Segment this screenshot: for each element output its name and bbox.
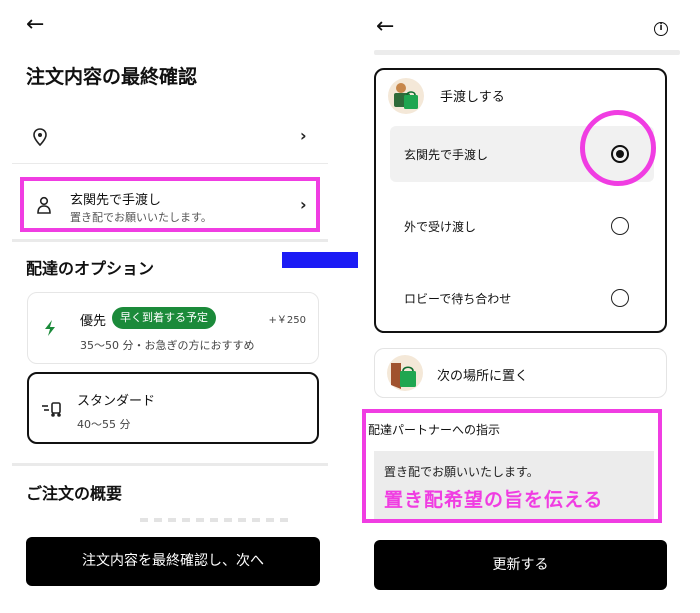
chevron-right-icon: › bbox=[300, 195, 307, 214]
handoff-option-lobby[interactable]: ロビーで待ち合わせ bbox=[390, 270, 654, 326]
radio-unselected[interactable] bbox=[611, 217, 629, 235]
order-summary-title: ご注文の概要 bbox=[26, 484, 123, 503]
handoff-heading: 手渡しする bbox=[440, 90, 505, 105]
page-title: 注文内容の最終確認 bbox=[26, 66, 198, 88]
handoff-option-label: ロビーで待ち合わせ bbox=[404, 292, 512, 306]
option-standard-card[interactable]: スタンダード 40〜55 分 bbox=[27, 372, 319, 444]
option-name: スタンダード bbox=[77, 394, 156, 409]
option-badge: 早く到着する予定 bbox=[112, 307, 216, 329]
instructions-annotation: 置き配希望の旨を伝える bbox=[384, 489, 604, 511]
option-price: +￥250 bbox=[268, 315, 306, 326]
handoff-option-label: 外で受け渡し bbox=[404, 220, 477, 234]
courier-instructions-box: 配達パートナーへの指示 置き配でお願いいたします。 置き配希望の旨を伝える bbox=[362, 409, 662, 523]
handoff-bag-icon bbox=[388, 78, 424, 114]
leave-bag-icon bbox=[387, 355, 423, 391]
location-pin-icon bbox=[33, 128, 47, 146]
update-button[interactable]: 更新する bbox=[374, 540, 667, 590]
option-name: 優先 bbox=[80, 314, 107, 329]
delivery-address-row[interactable]: › bbox=[20, 118, 320, 156]
info-icon[interactable]: i bbox=[654, 22, 668, 36]
instructions-title: 配達パートナーへの指示 bbox=[368, 423, 501, 437]
option-description: 40〜55 分 bbox=[77, 418, 131, 431]
instructions-value: 置き配でお願いいたします。 bbox=[384, 465, 539, 479]
left-screen: ← 注文内容の最終確認 › 玄関先で手渡し 置き配でお願いいたします。 › 配達… bbox=[0, 0, 340, 613]
right-screen: ← i 手渡しする 玄関先で手渡し 外で受け渡し ロビーで待ち合わせ 次の場所に… bbox=[358, 0, 688, 613]
faded-summary-line bbox=[140, 518, 290, 522]
handoff-method-row[interactable]: 玄関先で手渡し 置き配でお願いいたします。 › bbox=[20, 177, 320, 232]
handoff-note: 置き配でお願いいたします。 bbox=[70, 211, 212, 224]
handoff-title: 玄関先で手渡し bbox=[70, 193, 162, 208]
leave-at-place-option[interactable]: 次の場所に置く bbox=[374, 348, 667, 398]
divider bbox=[12, 163, 328, 164]
scooter-icon bbox=[42, 402, 61, 417]
header-divider bbox=[374, 50, 680, 55]
option-priority-card[interactable]: 優先 早く到着する予定 +￥250 35〜50 分・お急ぎの方におすすめ bbox=[27, 292, 319, 364]
handoff-choice-panel: 手渡しする 玄関先で手渡し 外で受け渡し ロビーで待ち合わせ bbox=[374, 68, 667, 333]
radio-unselected[interactable] bbox=[611, 289, 629, 307]
instructions-input[interactable]: 置き配でお願いいたします。 置き配希望の旨を伝える bbox=[374, 451, 654, 519]
selected-radio-highlight bbox=[580, 110, 656, 186]
back-arrow-icon[interactable]: ← bbox=[26, 14, 44, 36]
section-divider bbox=[12, 239, 328, 242]
chevron-right-icon: › bbox=[300, 126, 307, 145]
back-arrow-icon[interactable]: ← bbox=[376, 16, 394, 38]
person-icon bbox=[37, 196, 51, 214]
confirm-next-button[interactable]: 注文内容を最終確認し、次へ bbox=[26, 537, 320, 586]
handoff-option-label: 玄関先で手渡し bbox=[404, 148, 489, 162]
delivery-options-title: 配達のオプション bbox=[26, 259, 155, 278]
leave-at-place-label: 次の場所に置く bbox=[437, 369, 529, 384]
bolt-icon bbox=[45, 320, 55, 336]
section-divider bbox=[12, 463, 328, 466]
handoff-option-outside[interactable]: 外で受け渡し bbox=[390, 198, 654, 254]
option-description: 35〜50 分・お急ぎの方におすすめ bbox=[80, 339, 255, 352]
